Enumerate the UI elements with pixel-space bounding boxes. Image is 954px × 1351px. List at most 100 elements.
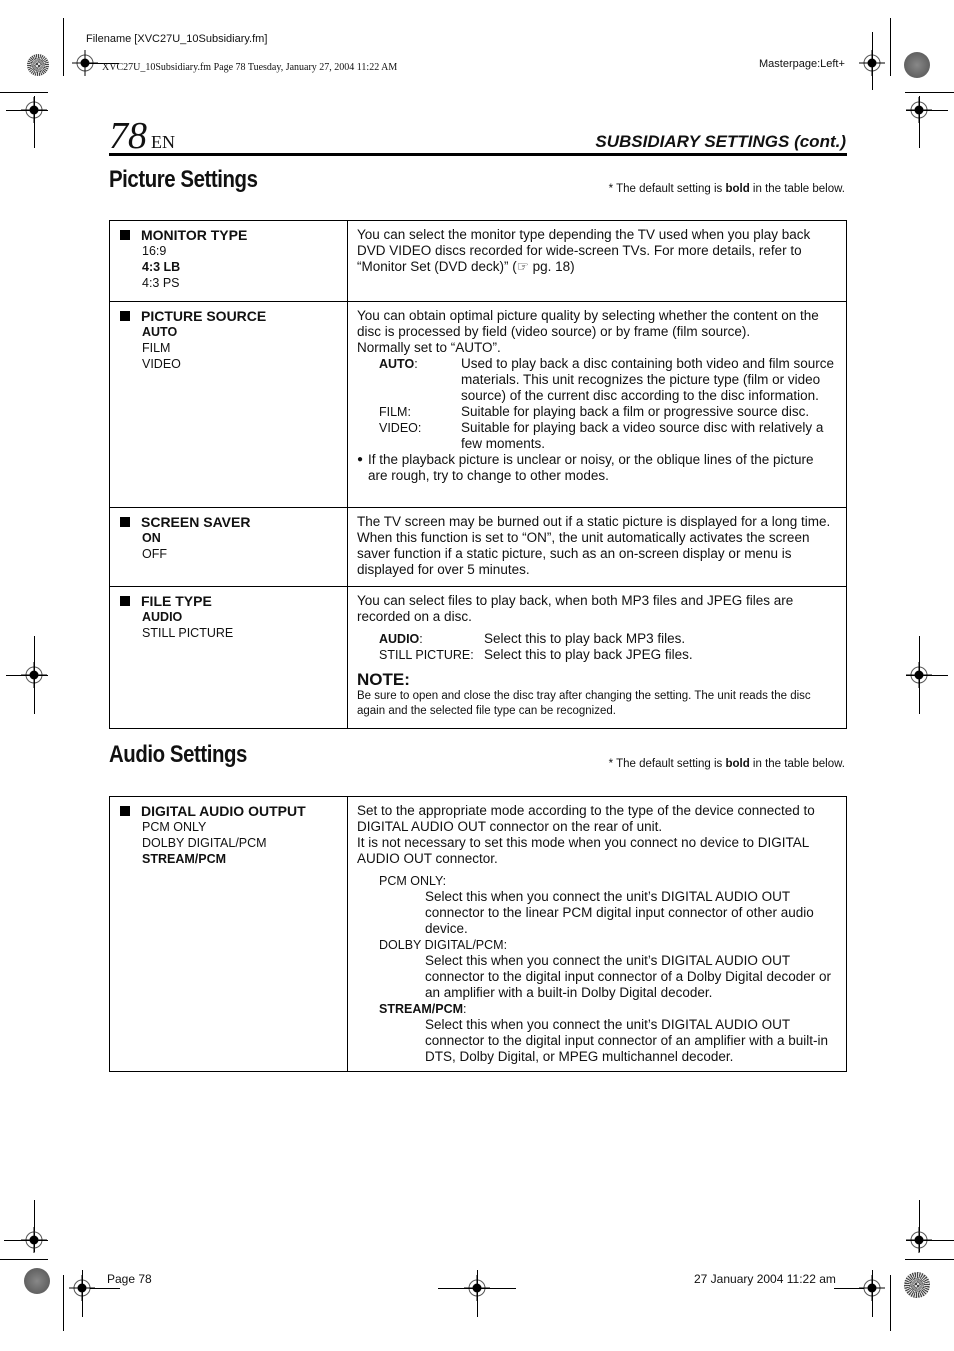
crop-line <box>477 1270 478 1317</box>
slug-masterpage: Masterpage:Left+ <box>759 58 845 70</box>
definition-term: AUTO: <box>379 357 418 371</box>
setting-label: MONITOR TYPE <box>141 227 248 243</box>
crop-line <box>905 92 954 93</box>
description: Set to the appropriate mode according to… <box>357 803 815 834</box>
picture-settings-table: MONITOR TYPE 16:9 4:3 LB 4:3 PS You can … <box>109 220 847 729</box>
crop-line <box>34 636 35 714</box>
definition-text: Suitable for playing back a film or prog… <box>461 404 810 419</box>
definition-term: FILM: <box>379 405 411 419</box>
section-title-picture: Picture Settings <box>109 166 258 193</box>
setting-cell: DIGITAL AUDIO OUTPUT PCM ONLY DOLBY DIGI… <box>109 796 348 1072</box>
section-title-audio: Audio Settings <box>109 741 247 768</box>
setting-name: MONITOR TYPE <box>120 227 347 243</box>
normally-note: Normally set to “AUTO”. <box>357 340 501 355</box>
table-row: SCREEN SAVER ON OFF The TV screen may be… <box>109 507 847 587</box>
description: It is not necessary to set this mode whe… <box>357 835 809 866</box>
square-bullet-icon <box>120 596 130 606</box>
default-note-text: in the table below. <box>749 183 845 195</box>
option: 4:3 PS <box>142 276 180 290</box>
bullet-icon: ● <box>357 454 364 465</box>
definition: AUTO: Used to play back a disc containin… <box>379 356 836 404</box>
definition: VIDEO: Suitable for playing back a video… <box>379 420 836 452</box>
square-bullet-icon <box>120 311 130 321</box>
term-label: STREAM/PCM <box>379 1002 464 1016</box>
color-target-icon <box>27 54 49 76</box>
page-number-block: 78 EN <box>109 117 175 155</box>
term-label: AUTO <box>379 357 415 371</box>
setting-cell: PICTURE SOURCE AUTO FILM VIDEO <box>109 301 348 508</box>
crop-line <box>890 18 891 76</box>
table-row: MONITOR TYPE 16:9 4:3 LB 4:3 PS You can … <box>109 220 847 302</box>
default-note-text: * The default setting is <box>608 183 726 195</box>
setting-name: PICTURE SOURCE <box>120 308 347 324</box>
note-text: Be sure to open and close the disc tray … <box>357 690 811 717</box>
option-default: ON <box>142 531 161 545</box>
definition: STILL PICTURE: Select this to play back … <box>379 647 836 663</box>
crop-line <box>63 1275 64 1331</box>
square-bullet-icon <box>120 230 130 240</box>
square-bullet-icon <box>120 806 130 816</box>
description-cell: You can select files to play back, when … <box>347 586 847 729</box>
option: PCM ONLY <box>142 820 207 834</box>
definition-term: PCM ONLY: <box>379 874 447 888</box>
default-note-picture: * The default setting is bold in the tab… <box>609 183 845 195</box>
crop-line <box>834 1288 864 1289</box>
option: OFF <box>142 547 167 561</box>
table-row: DIGITAL AUDIO OUTPUT PCM ONLY DOLBY DIGI… <box>109 796 847 1072</box>
crop-line <box>4 1240 48 1241</box>
term-label: AUDIO <box>379 632 420 646</box>
description-cell: The TV screen may be burned out if a sta… <box>347 507 847 587</box>
crop-line <box>82 1270 83 1317</box>
color-target-icon <box>24 1268 50 1294</box>
definition-text: Select this when you connect the unit’s … <box>425 1017 828 1064</box>
definition-term: VIDEO: <box>379 421 422 435</box>
crop-line <box>919 636 920 714</box>
header-rule <box>109 153 847 156</box>
note-title: NOTE: <box>357 670 410 689</box>
definition-term: AUDIO: <box>379 632 423 646</box>
default-note-bold: bold <box>725 758 750 770</box>
crop-line <box>906 110 948 111</box>
slug-file-info: XVC27U_10Subsidiary.fm Page 78 Tuesday, … <box>102 62 398 73</box>
description: The TV screen may be burned out if a sta… <box>357 514 831 577</box>
setting-cell: MONITOR TYPE 16:9 4:3 LB 4:3 PS <box>109 220 348 302</box>
definition: AUDIO: Select this to play back MP3 file… <box>379 631 836 647</box>
crop-line <box>0 92 48 93</box>
option: FILM <box>142 341 171 355</box>
option: STILL PICTURE <box>142 626 234 640</box>
definition-term: DOLBY DIGITAL/PCM: <box>379 938 508 952</box>
crop-line <box>6 110 48 111</box>
square-bullet-icon <box>120 517 130 527</box>
bullet-text: If the playback picture is unclear or no… <box>368 452 814 483</box>
crop-line <box>0 1259 48 1260</box>
setting-label: DIGITAL AUDIO OUTPUT <box>141 803 306 819</box>
definition-term: STREAM/PCM: <box>379 1002 467 1016</box>
footer-timestamp: 27 January 2004 11:22 am <box>694 1272 836 1286</box>
option: 16:9 <box>142 244 167 258</box>
crop-line <box>906 675 948 676</box>
definition-text: Suitable for playing back a video source… <box>461 420 824 451</box>
color-target-icon <box>904 1272 930 1298</box>
definition-term: STILL PICTURE: <box>379 648 474 662</box>
crop-line <box>34 96 35 148</box>
table-row: PICTURE SOURCE AUTO FILM VIDEO You can o… <box>109 301 847 508</box>
definition: FILM: Suitable for playing back a film o… <box>379 404 836 420</box>
crop-line <box>6 675 48 676</box>
crop-line <box>90 1288 120 1289</box>
definition-text: Used to play back a disc containing both… <box>461 356 834 403</box>
page-number: 78 <box>109 115 147 157</box>
description-cell: Set to the appropriate mode according to… <box>347 796 847 1072</box>
setting-label: FILE TYPE <box>141 593 212 609</box>
crop-line <box>872 1270 873 1317</box>
description: You can select files to play back, when … <box>357 593 794 624</box>
option: DOLBY DIGITAL/PCM <box>142 836 267 850</box>
option: VIDEO <box>142 357 181 371</box>
setting-name: SCREEN SAVER <box>120 514 347 530</box>
setting-cell: SCREEN SAVER ON OFF <box>109 507 348 587</box>
default-note-text: in the table below. <box>749 758 845 770</box>
table-row: FILE TYPE AUDIO STILL PICTURE You can se… <box>109 586 847 729</box>
crop-line <box>906 1240 954 1241</box>
crop-line <box>919 96 920 148</box>
default-note-bold: bold <box>725 183 750 195</box>
definition-text: Select this when you connect the unit’s … <box>425 953 831 1000</box>
